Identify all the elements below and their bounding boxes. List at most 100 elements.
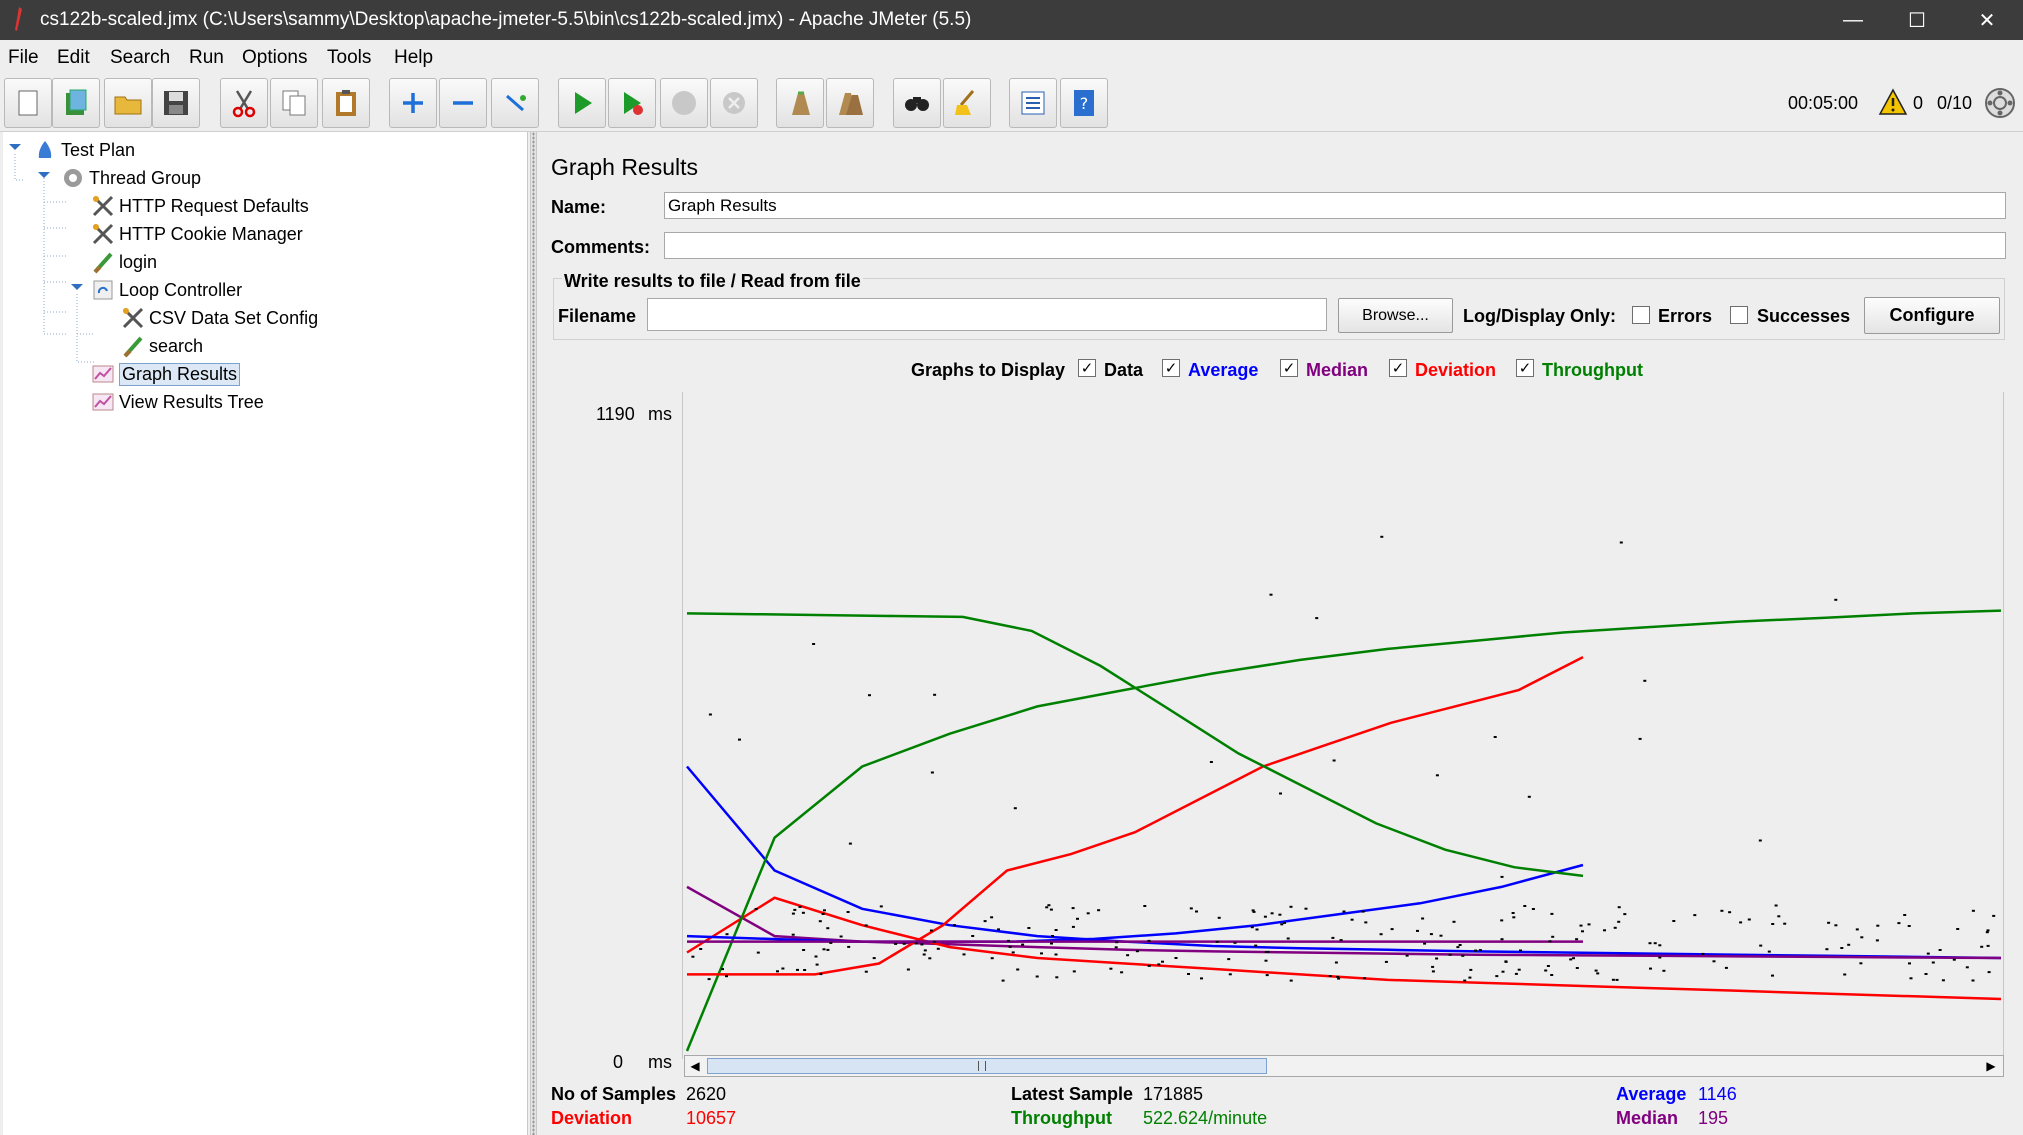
- toggle-button[interactable]: [491, 78, 539, 128]
- data-sample-point: [1051, 935, 1054, 937]
- data-sample-point: [1337, 977, 1341, 980]
- data-sample-point: [801, 911, 805, 914]
- tree-item-graph-results[interactable]: Graph Results: [91, 362, 241, 386]
- throughput-label: Throughput: [1011, 1108, 1112, 1128]
- comments-field[interactable]: [664, 232, 2006, 259]
- scroll-left-arrow[interactable]: ◀: [687, 1058, 703, 1074]
- clear-all-button[interactable]: [826, 78, 874, 128]
- data-sample-point: [1658, 944, 1662, 947]
- tree-item-http-request-defaults[interactable]: HTTP Request Defaults: [91, 194, 309, 218]
- start-no-pause-icon: [624, 92, 643, 115]
- data-sample-point: [708, 713, 712, 716]
- tree-item-thread-group[interactable]: Thread Group: [61, 166, 201, 190]
- data-sample-point: [1938, 949, 1942, 951]
- data-sample-point: [1072, 970, 1076, 973]
- scroll-right-arrow[interactable]: ▶: [1983, 1058, 1999, 1074]
- data-sample-point: [1209, 761, 1213, 763]
- help-icon: ?: [1074, 90, 1094, 116]
- templates-button[interactable]: [52, 78, 100, 128]
- copy-button[interactable]: [270, 78, 318, 128]
- deviation-checkbox[interactable]: ✓: [1389, 359, 1407, 377]
- function-helper-button[interactable]: [1009, 78, 1057, 128]
- tree-item-csv-data-set-config[interactable]: CSV Data Set Config: [121, 306, 318, 330]
- tree-item-login[interactable]: login: [91, 250, 157, 274]
- menu-help[interactable]: Help: [394, 47, 433, 69]
- maximize-button[interactable]: ☐: [1885, 0, 1949, 40]
- data-sample-point: [1456, 946, 1460, 949]
- filename-field[interactable]: [647, 298, 1327, 331]
- graph-icon: [92, 393, 114, 411]
- tree-item-test-plan[interactable]: Test Plan: [33, 138, 135, 162]
- data-sample-point: [1071, 925, 1075, 928]
- data-sample-point: [1587, 923, 1591, 926]
- minimize-button[interactable]: —: [1821, 0, 1885, 40]
- tree-label-http-request-defaults: HTTP Request Defaults: [119, 195, 309, 216]
- throughput-toggle-label: Throughput: [1542, 360, 1643, 380]
- data-sample-point: [1469, 968, 1473, 971]
- tree-item-loop-controller[interactable]: Loop Controller: [91, 278, 242, 302]
- search-button[interactable]: [893, 78, 941, 128]
- data-sample-point: [1228, 973, 1232, 976]
- throughput-checkbox[interactable]: ✓: [1516, 359, 1534, 377]
- menu-run[interactable]: Run: [189, 47, 224, 69]
- data-sample-point: [1263, 915, 1267, 918]
- comments-label: Comments:: [551, 237, 651, 257]
- save-button[interactable]: [152, 78, 200, 128]
- configure-button[interactable]: Configure: [1864, 297, 2000, 334]
- panel-splitter[interactable]: [530, 132, 537, 1135]
- data-sample-point: [1055, 976, 1059, 979]
- graph-horizontal-scrollbar[interactable]: ◀ ▶: [684, 1055, 2004, 1077]
- data-sample-point: [1771, 974, 1774, 977]
- data-sample-point: [802, 949, 806, 951]
- menu-edit[interactable]: Edit: [57, 47, 90, 69]
- browse-button[interactable]: Browse...: [1338, 298, 1453, 333]
- successes-checkbox[interactable]: [1730, 306, 1748, 324]
- close-button[interactable]: ✕: [1955, 0, 2019, 40]
- paste-button[interactable]: [322, 78, 370, 128]
- data-checkbox[interactable]: ✓: [1078, 359, 1096, 377]
- menu-options[interactable]: Options: [242, 47, 307, 69]
- filename-label: Filename: [558, 306, 637, 326]
- toolbar: ? 00:05:00 0 0/10: [0, 76, 2023, 132]
- data-sample-point: [1265, 974, 1269, 977]
- scroll-thumb-grip: [978, 1061, 986, 1071]
- menu-tools[interactable]: Tools: [327, 47, 371, 69]
- data-sample-point: [1086, 912, 1090, 915]
- expand-all-button[interactable]: [389, 78, 437, 128]
- clear-button[interactable]: [776, 78, 824, 128]
- data-sample-point: [1500, 938, 1504, 941]
- menu-file[interactable]: File: [8, 47, 39, 69]
- data-sample-point: [1531, 908, 1535, 910]
- data-sample-point: [1390, 928, 1394, 931]
- reset-search-button[interactable]: [943, 78, 991, 128]
- data-sample-point: [1331, 936, 1335, 939]
- data-toggle-label: Data: [1104, 360, 1144, 380]
- data-sample-point: [1054, 953, 1058, 956]
- shutdown-button[interactable]: [710, 78, 758, 128]
- data-sample-point: [826, 948, 830, 951]
- warning-icon[interactable]: [1878, 88, 1908, 116]
- errors-checkbox[interactable]: [1632, 306, 1650, 324]
- tree-item-search[interactable]: search: [121, 334, 203, 358]
- graphs-to-display-label: Graphs to Display: [911, 360, 1066, 380]
- tree-item-view-results-tree[interactable]: View Results Tree: [91, 390, 264, 414]
- tree-item-http-cookie-manager[interactable]: HTTP Cookie Manager: [91, 222, 303, 246]
- menu-search[interactable]: Search: [110, 47, 170, 69]
- start-no-pauses-button[interactable]: [608, 78, 656, 128]
- data-sample-point: [791, 933, 795, 936]
- y-min-label: 0: [613, 1052, 624, 1072]
- start-button[interactable]: [558, 78, 606, 128]
- stop-button[interactable]: [660, 78, 708, 128]
- new-button[interactable]: [4, 78, 52, 128]
- median-checkbox[interactable]: ✓: [1280, 359, 1298, 377]
- data-sample-point: [1126, 954, 1130, 957]
- open-button[interactable]: [104, 78, 152, 128]
- collapse-all-button[interactable]: [439, 78, 487, 128]
- cut-button[interactable]: [220, 78, 268, 128]
- average-checkbox[interactable]: ✓: [1162, 359, 1180, 377]
- help-button[interactable]: ?: [1060, 78, 1108, 128]
- scroll-thumb[interactable]: [707, 1058, 1267, 1074]
- data-sample-point: [1006, 939, 1010, 942]
- data-sample-point: [971, 935, 975, 937]
- name-field[interactable]: Graph Results: [664, 192, 2006, 219]
